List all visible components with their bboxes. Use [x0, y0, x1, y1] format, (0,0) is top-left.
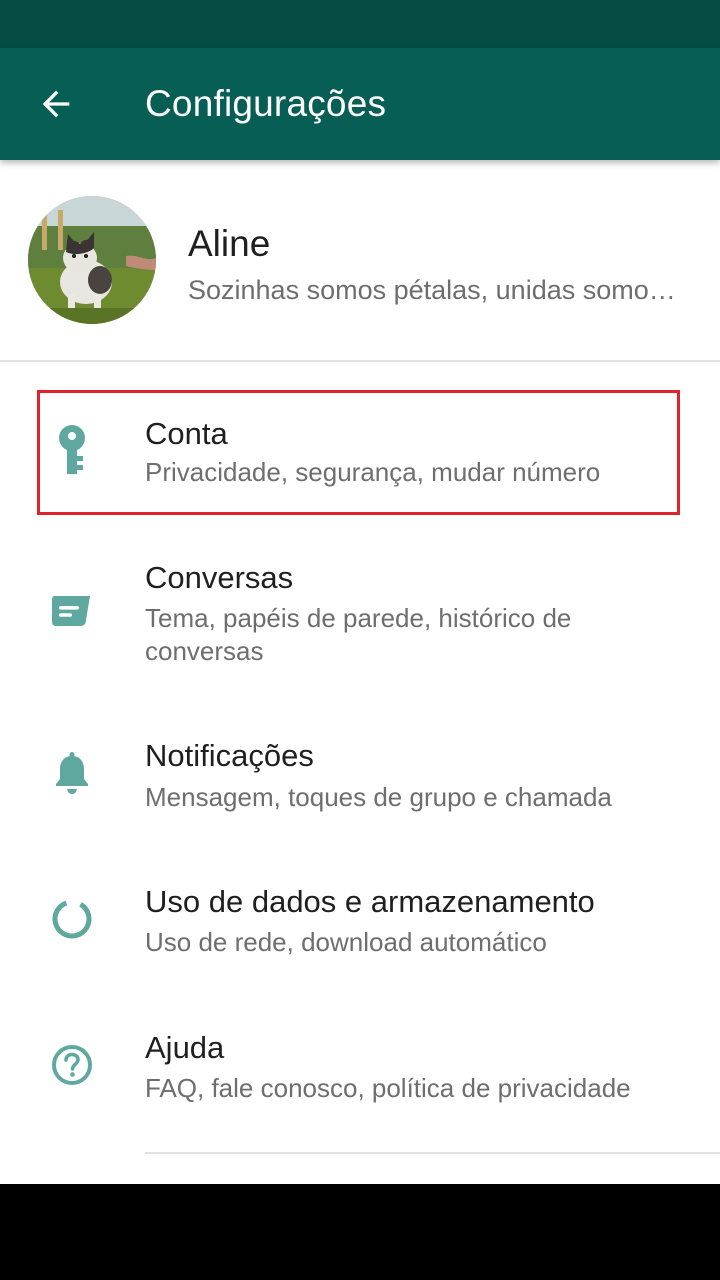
settings-item-subtitle: Privacidade, segurança, mudar número — [145, 457, 601, 487]
settings-item-title: Notificações — [145, 738, 314, 773]
settings-item-notificacoes[interactable]: Notificações Mensagem, toques de grupo e… — [0, 712, 720, 832]
settings-item-title: Uso de dados e armazenamento — [145, 884, 595, 919]
divider — [0, 360, 720, 362]
divider — [145, 1152, 720, 1154]
settings-item-title: Conta — [145, 416, 228, 451]
key-icon — [44, 422, 100, 478]
data-usage-icon — [44, 891, 100, 947]
status-bar — [0, 0, 720, 48]
help-icon — [44, 1037, 100, 1093]
settings-item-subtitle: Uso de rede, download automático — [145, 927, 547, 957]
chat-icon — [44, 584, 100, 640]
profile-row[interactable]: Aline Sozinhas somos pétalas, unidas som… — [0, 160, 720, 360]
app-bar: Configurações — [0, 48, 720, 160]
settings-item-title: Conversas — [145, 560, 294, 595]
settings-item-dados[interactable]: Uso de dados e armazenamento Uso de rede… — [0, 858, 720, 978]
settings-item-subtitle: Tema, papéis de parede, histórico de con… — [145, 603, 572, 666]
back-button[interactable] — [28, 76, 84, 132]
navigation-bar — [0, 1184, 720, 1280]
settings-item-conta[interactable]: Conta Privacidade, segurança, mudar núme… — [0, 390, 720, 512]
profile-name: Aline — [188, 223, 271, 264]
settings-item-ajuda[interactable]: Ajuda FAQ, fale conosco, política de pri… — [0, 1004, 720, 1124]
avatar[interactable] — [28, 196, 156, 324]
profile-status: Sozinhas somos pétalas, unidas somos uma… — [188, 275, 688, 305]
page-title: Configurações — [145, 83, 387, 124]
settings-item-title: Ajuda — [145, 1030, 225, 1065]
arrow-left-icon — [42, 90, 70, 118]
bell-icon — [44, 745, 100, 801]
settings-screen: Configurações Aline Sozinhas somos pétal… — [0, 0, 720, 1280]
cat-photo-avatar — [28, 196, 156, 324]
settings-item-subtitle: FAQ, fale conosco, política de privacida… — [145, 1073, 631, 1103]
settings-item-subtitle: Mensagem, toques de grupo e chamada — [145, 782, 612, 812]
settings-item-conversas[interactable]: Conversas Tema, papéis de parede, histór… — [0, 536, 720, 686]
